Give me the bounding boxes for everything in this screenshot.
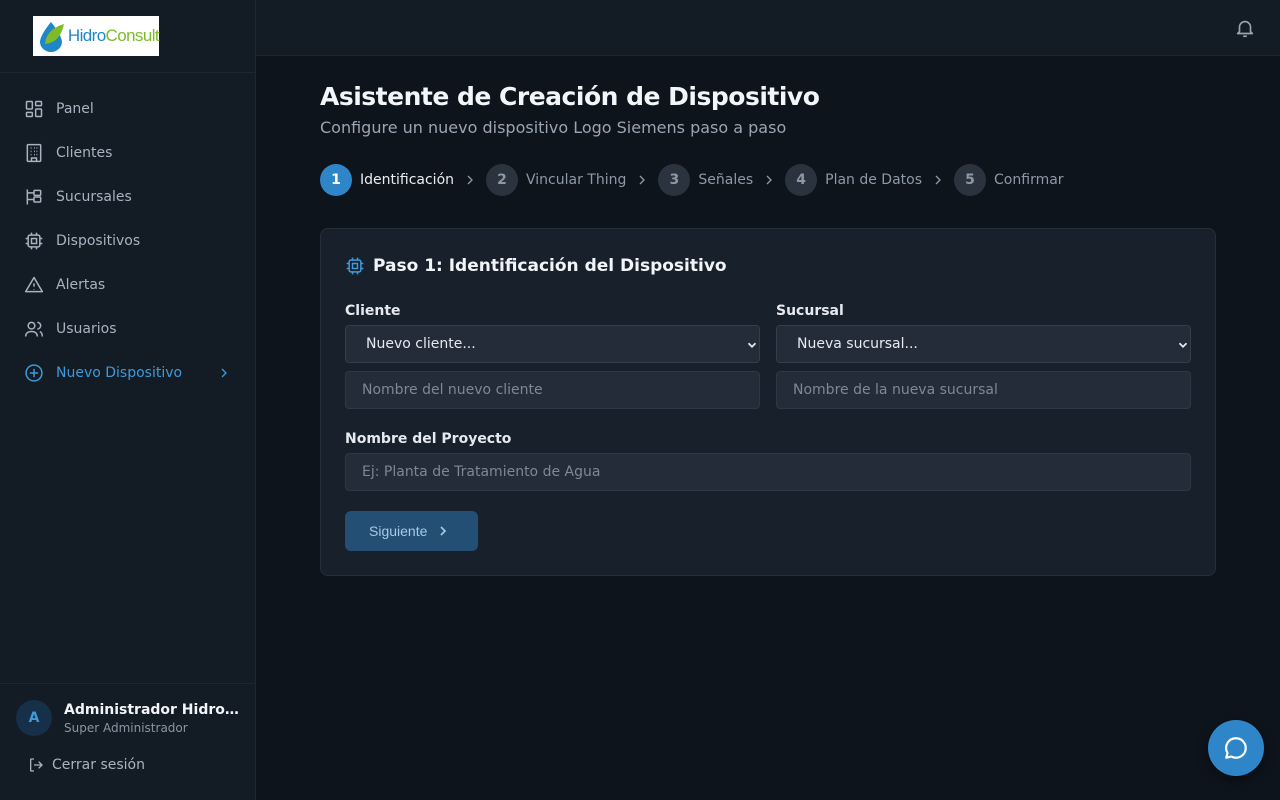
step-number: 3 <box>658 164 691 196</box>
step-number: 1 <box>320 164 352 196</box>
chevron-right-icon <box>454 164 486 196</box>
chevron-right-icon <box>216 365 232 381</box>
logout-label: Cerrar sesión <box>52 757 145 773</box>
chevron-right-icon <box>626 164 658 196</box>
next-button-label: Siguiente <box>369 523 428 539</box>
user-role: Super Administrador <box>64 721 188 735</box>
cliente-name-input[interactable] <box>345 371 760 409</box>
sidebar-item-nuevo-dispositivo[interactable]: Nuevo Dispositivo <box>0 351 256 395</box>
chevron-right-icon <box>922 164 954 196</box>
step-label: Identificación <box>360 172 455 188</box>
plus-circle-icon <box>24 363 44 383</box>
card-title-text: Paso 1: Identificación del Dispositivo <box>373 256 727 276</box>
chip-icon <box>345 256 365 276</box>
avatar[interactable]: A <box>16 700 52 736</box>
proyecto-name-input[interactable] <box>345 453 1191 491</box>
chevron-right-icon <box>435 523 451 539</box>
branches-icon <box>24 187 44 207</box>
sucursal-select[interactable]: Nueva sucursal... <box>776 325 1191 363</box>
next-button[interactable]: Siguiente <box>345 511 478 551</box>
proyecto-label: Nombre del Proyecto <box>345 431 512 447</box>
card-title: Paso 1: Identificación del Dispositivo <box>345 256 727 276</box>
cliente-label: Cliente <box>345 303 401 319</box>
page-subtitle: Configure un nuevo dispositivo Logo Siem… <box>320 118 787 137</box>
cliente-select[interactable]: Nuevo cliente... <box>345 325 760 363</box>
chevron-right-icon <box>753 164 785 196</box>
sidebar-item-clientes[interactable]: Clientes <box>0 131 256 175</box>
users-icon <box>24 319 44 339</box>
step-label: Vincular Thing <box>526 172 627 188</box>
chat-bubble-icon <box>1225 737 1247 759</box>
chat-button[interactable] <box>1208 720 1264 776</box>
warning-icon <box>24 275 44 295</box>
logo-area: HidroConsult <box>0 0 255 73</box>
sucursal-name-input[interactable] <box>776 371 1191 409</box>
drop-leaf-icon <box>39 22 64 52</box>
logout-button[interactable]: Cerrar sesión <box>28 757 145 773</box>
sidebar-nav: Panel Clientes Sucursales Dispositivos A… <box>0 87 256 395</box>
wizard-steps: 1 Identificación 2 Vincular Thing 3 Seña… <box>320 164 1064 196</box>
sidebar-item-panel[interactable]: Panel <box>0 87 256 131</box>
step-1[interactable]: 1 Identificación <box>320 164 454 196</box>
sidebar-item-label: Sucursales <box>56 189 132 205</box>
sidebar-item-usuarios[interactable]: Usuarios <box>0 307 256 351</box>
sidebar-item-alertas[interactable]: Alertas <box>0 263 256 307</box>
bell-icon[interactable] <box>1234 17 1256 39</box>
hidroconsult-logo[interactable]: HidroConsult <box>33 16 160 56</box>
cliente-select-value: Nuevo cliente... <box>366 336 476 352</box>
step-number: 5 <box>954 164 987 196</box>
chevron-down-icon <box>1176 338 1190 352</box>
user-panel: A Administrador HidroConsult Super Admin… <box>0 683 256 800</box>
top-bar <box>256 0 1280 56</box>
step-label: Confirmar <box>994 172 1064 188</box>
logo-text-hidro: Hidro <box>67 26 106 45</box>
sidebar-item-label: Panel <box>56 101 94 117</box>
sidebar-item-label: Nuevo Dispositivo <box>56 365 183 381</box>
chevron-down-icon <box>745 338 759 352</box>
logo-text-consult: Consult <box>105 26 160 45</box>
step-number: 2 <box>486 164 519 196</box>
step-2[interactable]: 2 Vincular Thing <box>486 164 626 196</box>
step-3[interactable]: 3 Señales <box>658 164 753 196</box>
sidebar-item-dispositivos[interactable]: Dispositivos <box>0 219 256 263</box>
sidebar-item-label: Usuarios <box>56 321 117 337</box>
identification-card: Paso 1: Identificación del Dispositivo C… <box>320 228 1216 576</box>
sidebar: HidroConsult Panel Clientes Sucursales D… <box>0 0 256 800</box>
step-label: Señales <box>698 172 754 188</box>
building-icon <box>24 143 44 163</box>
step-5[interactable]: 5 Confirmar <box>954 164 1064 196</box>
logout-icon <box>28 757 44 773</box>
page-title: Asistente de Creación de Dispositivo <box>320 82 820 111</box>
user-name: Administrador HidroConsult <box>64 702 240 718</box>
sidebar-item-label: Dispositivos <box>56 233 141 249</box>
dashboard-icon <box>24 99 44 119</box>
sidebar-item-label: Clientes <box>56 145 113 161</box>
step-4[interactable]: 4 Plan de Datos <box>785 164 922 196</box>
step-label: Plan de Datos <box>825 172 923 188</box>
step-number: 4 <box>785 164 818 196</box>
sidebar-item-label: Alertas <box>56 277 106 293</box>
sucursal-select-value: Nueva sucursal... <box>797 336 918 352</box>
sidebar-item-sucursales[interactable]: Sucursales <box>0 175 256 219</box>
chip-icon <box>24 231 44 251</box>
sucursal-label: Sucursal <box>776 303 844 319</box>
